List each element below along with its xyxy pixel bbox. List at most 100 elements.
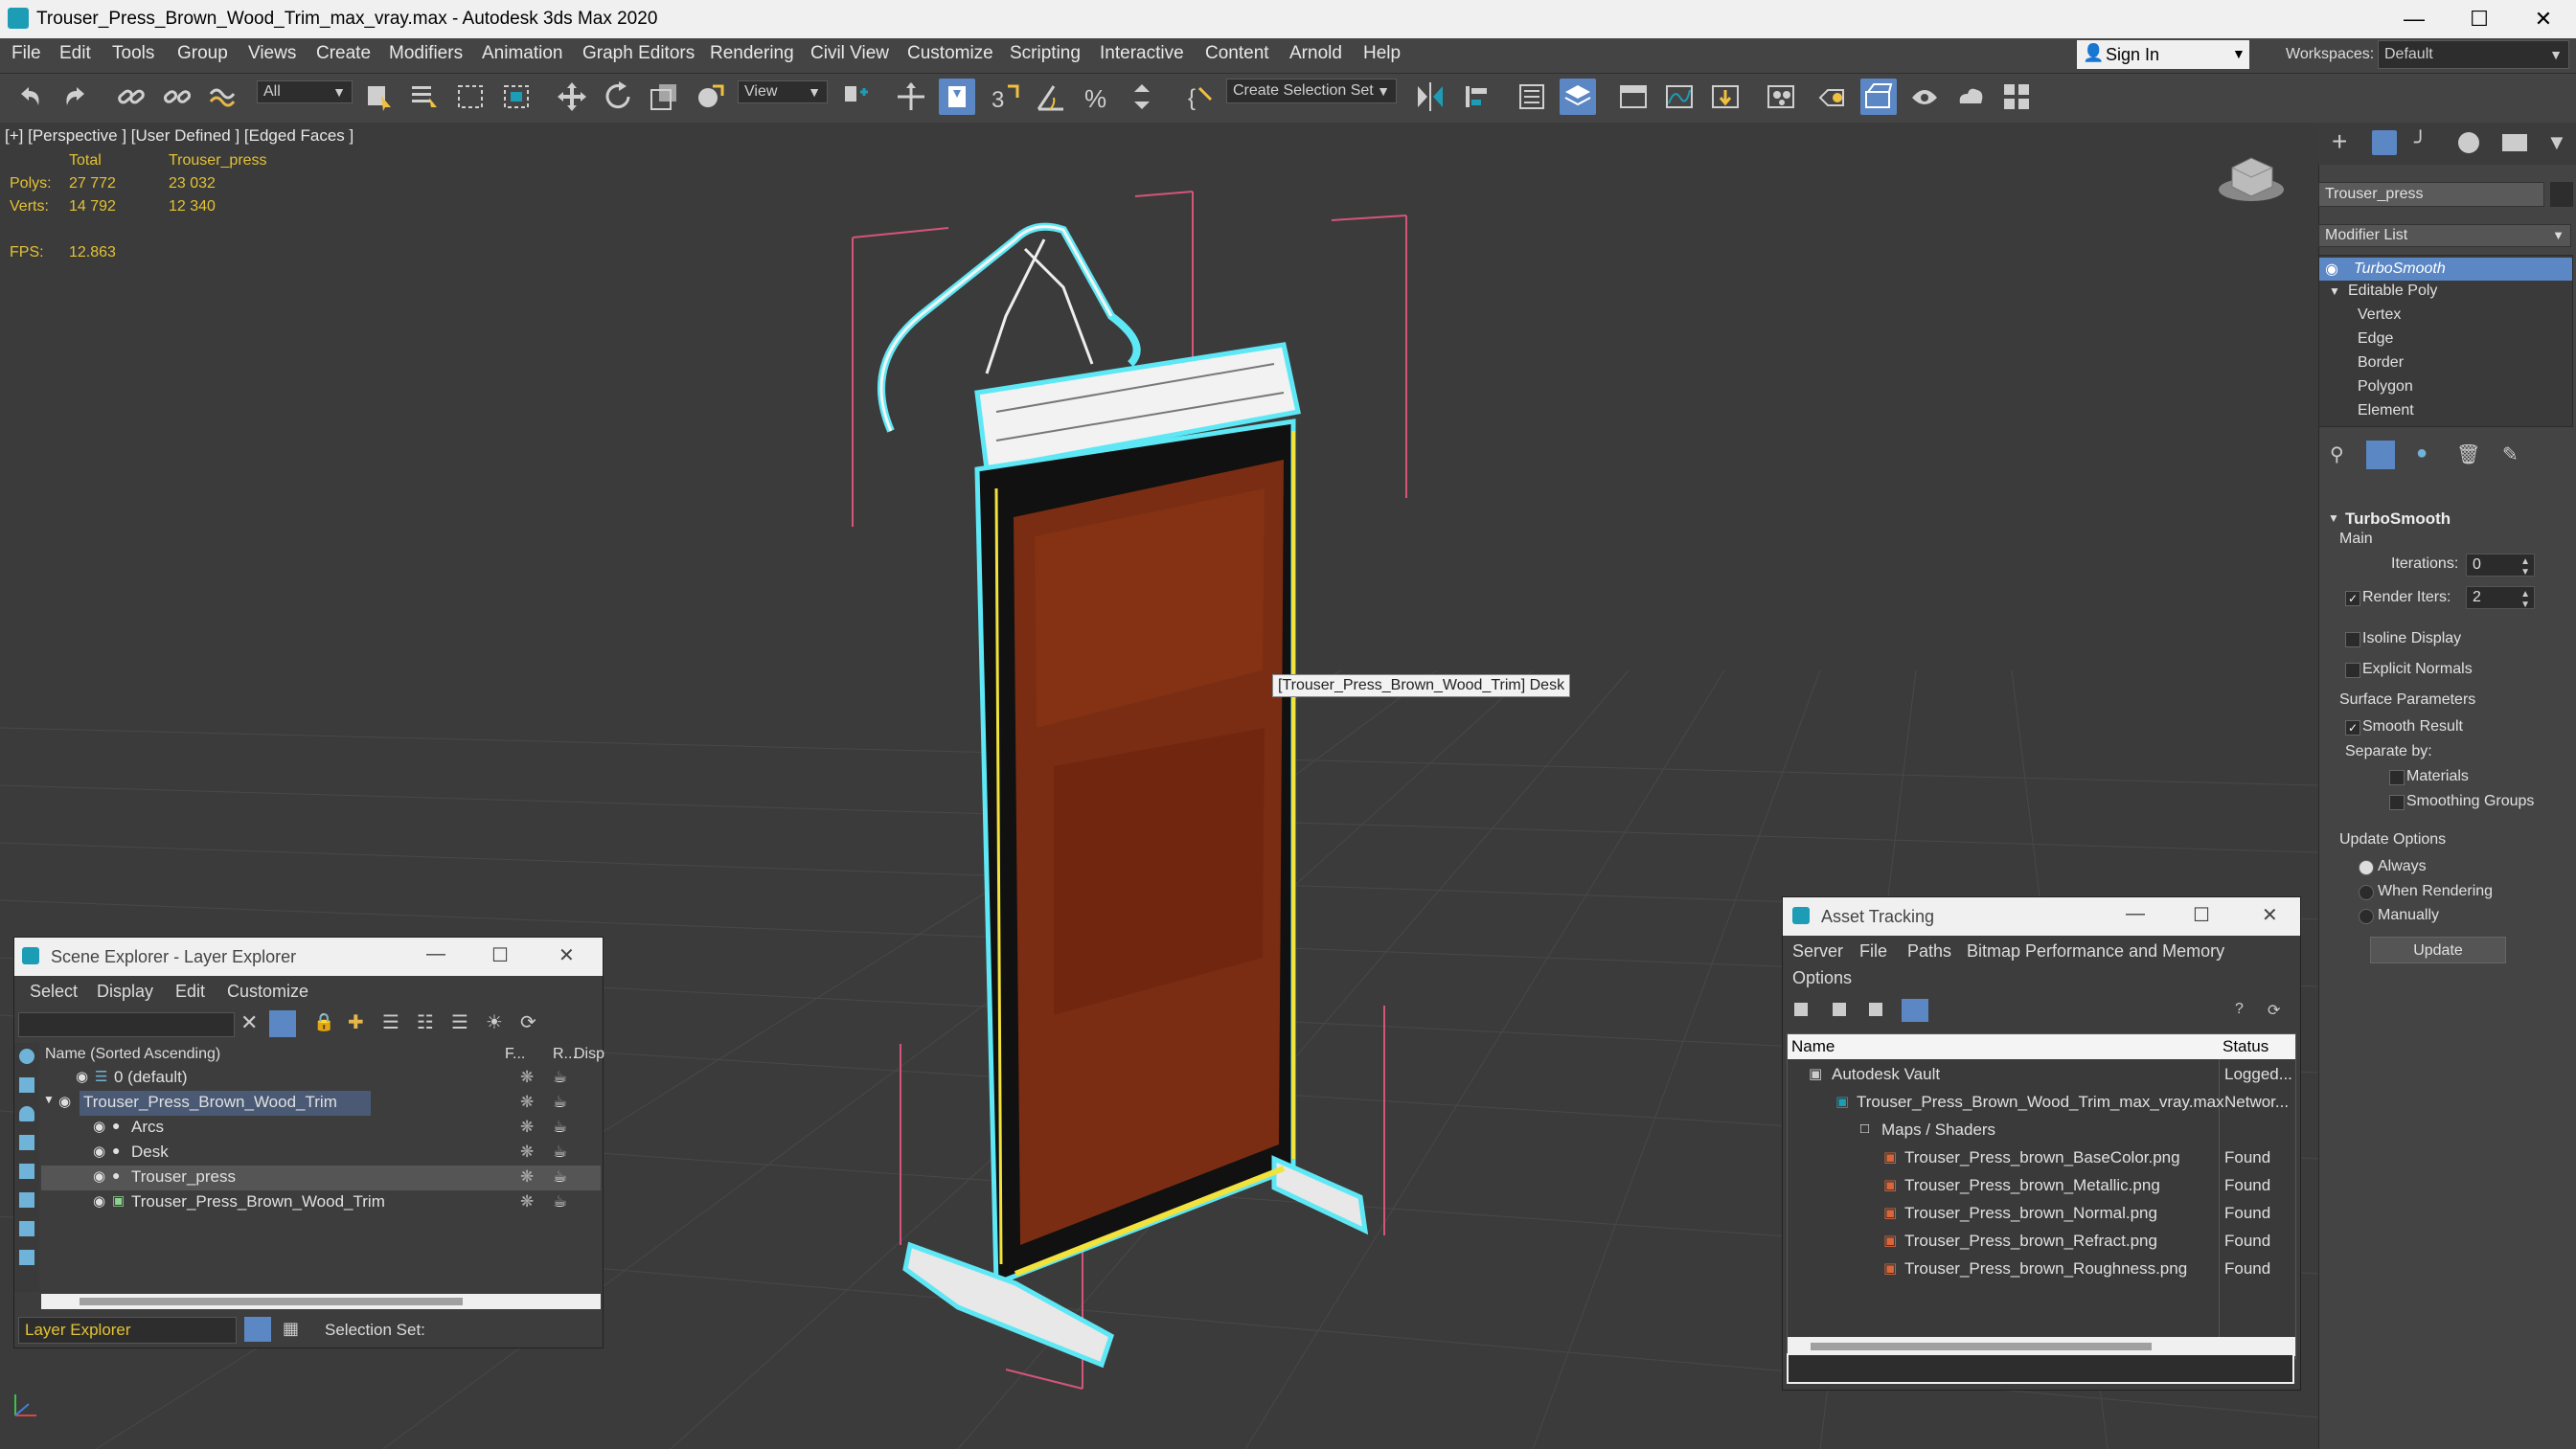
collapse-triangle-icon[interactable]: ▼ <box>43 1093 55 1106</box>
display-shapes-icon[interactable] <box>19 1077 34 1093</box>
scrollbar-thumb[interactable] <box>1811 1343 2152 1350</box>
new-layer-icon[interactable]: ☰ <box>382 1010 399 1034</box>
link-icon[interactable] <box>113 79 149 115</box>
column-name-header[interactable]: Name <box>1791 1037 1835 1056</box>
align-icon[interactable] <box>1458 79 1494 115</box>
selection-filter-dropdown[interactable]: All ▼ <box>257 80 353 103</box>
help-icon[interactable]: ? <box>2235 1001 2244 1018</box>
material-editor-icon[interactable] <box>1763 79 1799 115</box>
object-row[interactable]: ◉ ▣ Trouser_Press_Brown_Wood_Trim ❋ ☕ <box>41 1190 601 1215</box>
freeze-icon[interactable]: ❋ <box>520 1167 534 1187</box>
menu-display[interactable]: Display <box>97 982 153 1002</box>
menu-create[interactable]: Create <box>316 43 371 64</box>
asset-row[interactable]: ▣ Trouser_Press_brown_Refract.png Found <box>1788 1230 2295 1255</box>
curve-editor-icon[interactable] <box>1661 79 1698 115</box>
sync-selection-icon[interactable]: ⟳ <box>520 1010 536 1034</box>
sign-in-dropdown[interactable]: 👤 Sign In ▼ <box>2077 40 2249 69</box>
tree-view-icon[interactable] <box>1869 1003 1882 1016</box>
eye-icon[interactable]: ◉ <box>2325 260 2338 279</box>
menu-customize[interactable]: Customize <box>227 982 308 1002</box>
menu-arnold[interactable]: Arnold <box>1289 43 1342 64</box>
modify-tab-icon[interactable] <box>2372 130 2397 155</box>
utilities-tab-icon[interactable]: ▼ <box>2546 130 2567 155</box>
object-row[interactable]: ◉ ● Desk ❋ ☕ <box>41 1141 601 1166</box>
layers-icon[interactable]: ☰ <box>451 1010 468 1034</box>
menu-paths[interactable]: Paths <box>1907 941 1951 962</box>
named-selection-set-dropdown[interactable]: Create Selection Set ▼ <box>1226 79 1397 103</box>
stack-item-border[interactable]: Border <box>2358 354 2404 372</box>
eye-icon[interactable]: ◉ <box>93 1118 105 1135</box>
display-cameras-icon[interactable] <box>19 1135 34 1150</box>
menu-scripting[interactable]: Scripting <box>1010 43 1081 64</box>
object-row[interactable]: ◉ ● Arcs ❋ ☕ <box>41 1116 601 1141</box>
display-geometry-icon[interactable] <box>19 1049 34 1064</box>
close-button[interactable]: ✕ <box>559 943 575 967</box>
pin-stack-icon[interactable]: ⚲ <box>2330 442 2344 466</box>
scale-icon[interactable] <box>646 79 682 115</box>
menu-content[interactable]: Content <box>1205 43 1269 64</box>
scrollbar-thumb[interactable] <box>80 1298 463 1305</box>
asset-row[interactable]: □ Maps / Shaders <box>1788 1119 2295 1143</box>
toggle-layer-explorer-icon[interactable] <box>1560 79 1596 115</box>
eye-icon[interactable]: ◉ <box>93 1192 105 1210</box>
asset-row[interactable]: ▣ Trouser_Press_brown_Metallic.png Found <box>1788 1174 2295 1199</box>
display-xrefs-icon[interactable] <box>19 1250 34 1265</box>
select-object-icon[interactable] <box>360 79 397 115</box>
render-teapot-icon[interactable]: ☕ <box>553 1093 567 1112</box>
object-name-field[interactable]: Trouser_press <box>2318 182 2544 207</box>
render-teapot-icon[interactable]: ☕ <box>553 1192 567 1211</box>
eye-icon[interactable]: ◉ <box>76 1068 88 1085</box>
spinner-snap-icon[interactable] <box>1125 79 1161 115</box>
stack-item-editable-poly[interactable]: Editable Poly <box>2348 283 2437 300</box>
viewport-label-menu[interactable]: [+] [Perspective ] [User Defined ] [Edge… <box>5 126 353 146</box>
menu-server[interactable]: Server <box>1792 941 1843 962</box>
menu-options[interactable]: Options <box>1792 968 1852 988</box>
stack-item-polygon[interactable]: Polygon <box>2358 378 2413 396</box>
keyboard-shortcut-override-icon[interactable] <box>939 79 975 115</box>
render-teapot-icon[interactable]: ☕ <box>553 1167 567 1187</box>
column-display-header[interactable]: Disp <box>574 1046 604 1063</box>
menu-graph-editors[interactable]: Graph Editors <box>582 43 695 64</box>
highlight-icon[interactable]: ☀ <box>486 1010 503 1034</box>
minimize-button[interactable]: — <box>2126 903 2145 925</box>
menu-customize[interactable]: Customize <box>907 43 993 64</box>
eye-icon[interactable]: ◉ <box>93 1167 105 1185</box>
toggle-scene-explorer-icon[interactable] <box>1514 79 1550 115</box>
configure-modifier-sets-icon[interactable]: ✎ <box>2502 442 2519 466</box>
mirror-icon[interactable] <box>1412 79 1448 115</box>
display-groups-icon[interactable] <box>19 1221 34 1236</box>
menu-views[interactable]: Views <box>248 43 296 64</box>
render-production-icon[interactable] <box>1906 79 1943 115</box>
asset-path-field[interactable] <box>1787 1353 2294 1384</box>
redo-icon[interactable] <box>57 79 94 115</box>
scene-explorer-titlebar[interactable]: Scene Explorer - Layer Explorer — ☐ ✕ <box>14 938 603 976</box>
select-manipulate-icon[interactable] <box>893 79 929 115</box>
select-by-name-icon[interactable] <box>406 79 443 115</box>
render-iters-spinner[interactable]: 2 ▲ ▼ <box>2466 586 2535 610</box>
create-tab-icon[interactable]: + <box>2332 126 2347 157</box>
when-rendering-radio[interactable] <box>2359 885 2374 900</box>
toggle-ribbon-icon[interactable] <box>1615 79 1652 115</box>
freeze-icon[interactable]: ❋ <box>520 1143 534 1162</box>
minimize-button[interactable]: — <box>2395 6 2433 33</box>
iterations-spinner[interactable]: 0 ▲ ▼ <box>2466 554 2535 577</box>
freeze-icon[interactable]: ❋ <box>520 1192 534 1211</box>
menu-file[interactable]: File <box>11 43 41 64</box>
unlink-icon[interactable] <box>159 79 195 115</box>
menu-edit[interactable]: Edit <box>175 982 205 1002</box>
edit-named-selection-icon[interactable]: { <box>1182 79 1219 115</box>
reference-coordinate-dropdown[interactable]: View ▼ <box>738 80 828 103</box>
percent-snap-icon[interactable]: % <box>1079 79 1115 115</box>
display-lights-icon[interactable] <box>19 1106 34 1121</box>
maximize-button[interactable]: ☐ <box>2193 903 2210 927</box>
column-status-header[interactable]: Status <box>2223 1037 2268 1056</box>
undo-icon[interactable] <box>11 79 48 115</box>
update-button[interactable]: Update <box>2370 937 2506 963</box>
collapse-triangle-icon[interactable]: ▼ <box>2329 284 2340 298</box>
rollout-title[interactable]: TurboSmooth <box>2345 509 2451 529</box>
selection-set-icon[interactable]: ▦ <box>283 1319 299 1339</box>
asset-row[interactable]: ▣ Trouser_Press_Brown_Wood_Trim_max_vray… <box>1788 1091 2295 1116</box>
smooth-result-checkbox[interactable]: ✓ <box>2345 720 2360 736</box>
show-end-result-icon[interactable] <box>2366 441 2395 469</box>
asset-row[interactable]: ▣ Autodesk Vault Logged... <box>1788 1063 2295 1088</box>
